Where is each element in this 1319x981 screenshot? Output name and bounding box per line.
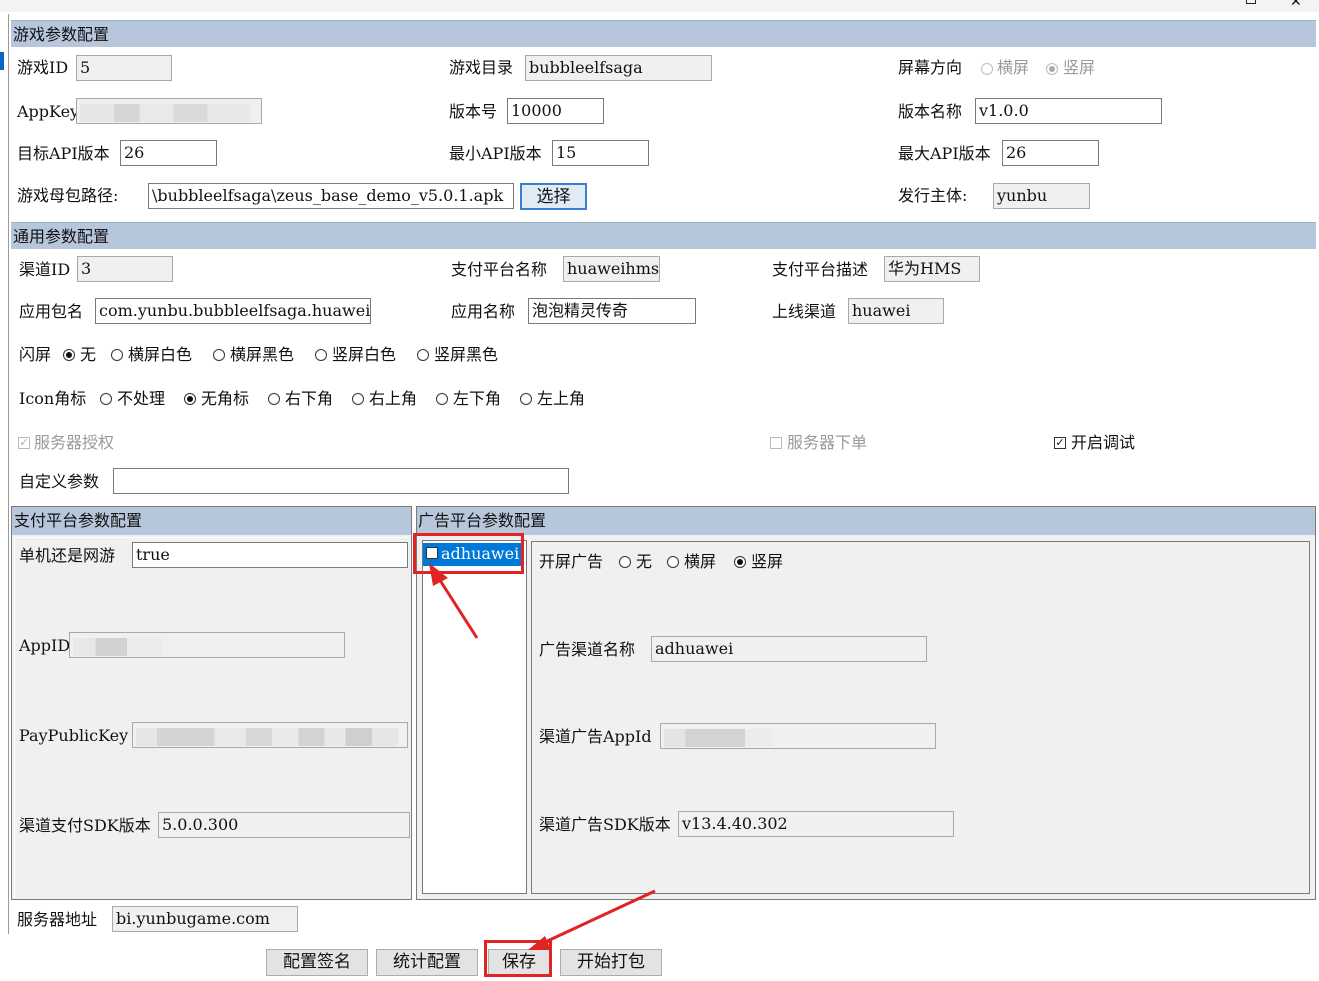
annotation-arrows [429,563,656,950]
arrow-to-save [540,889,656,946]
arrow-head-ad [429,563,448,586]
arrow-line-save [540,889,656,946]
arrow-head-save [528,936,551,950]
arrow-line-ad [434,573,479,639]
arrow-to-ad-item [434,573,479,639]
